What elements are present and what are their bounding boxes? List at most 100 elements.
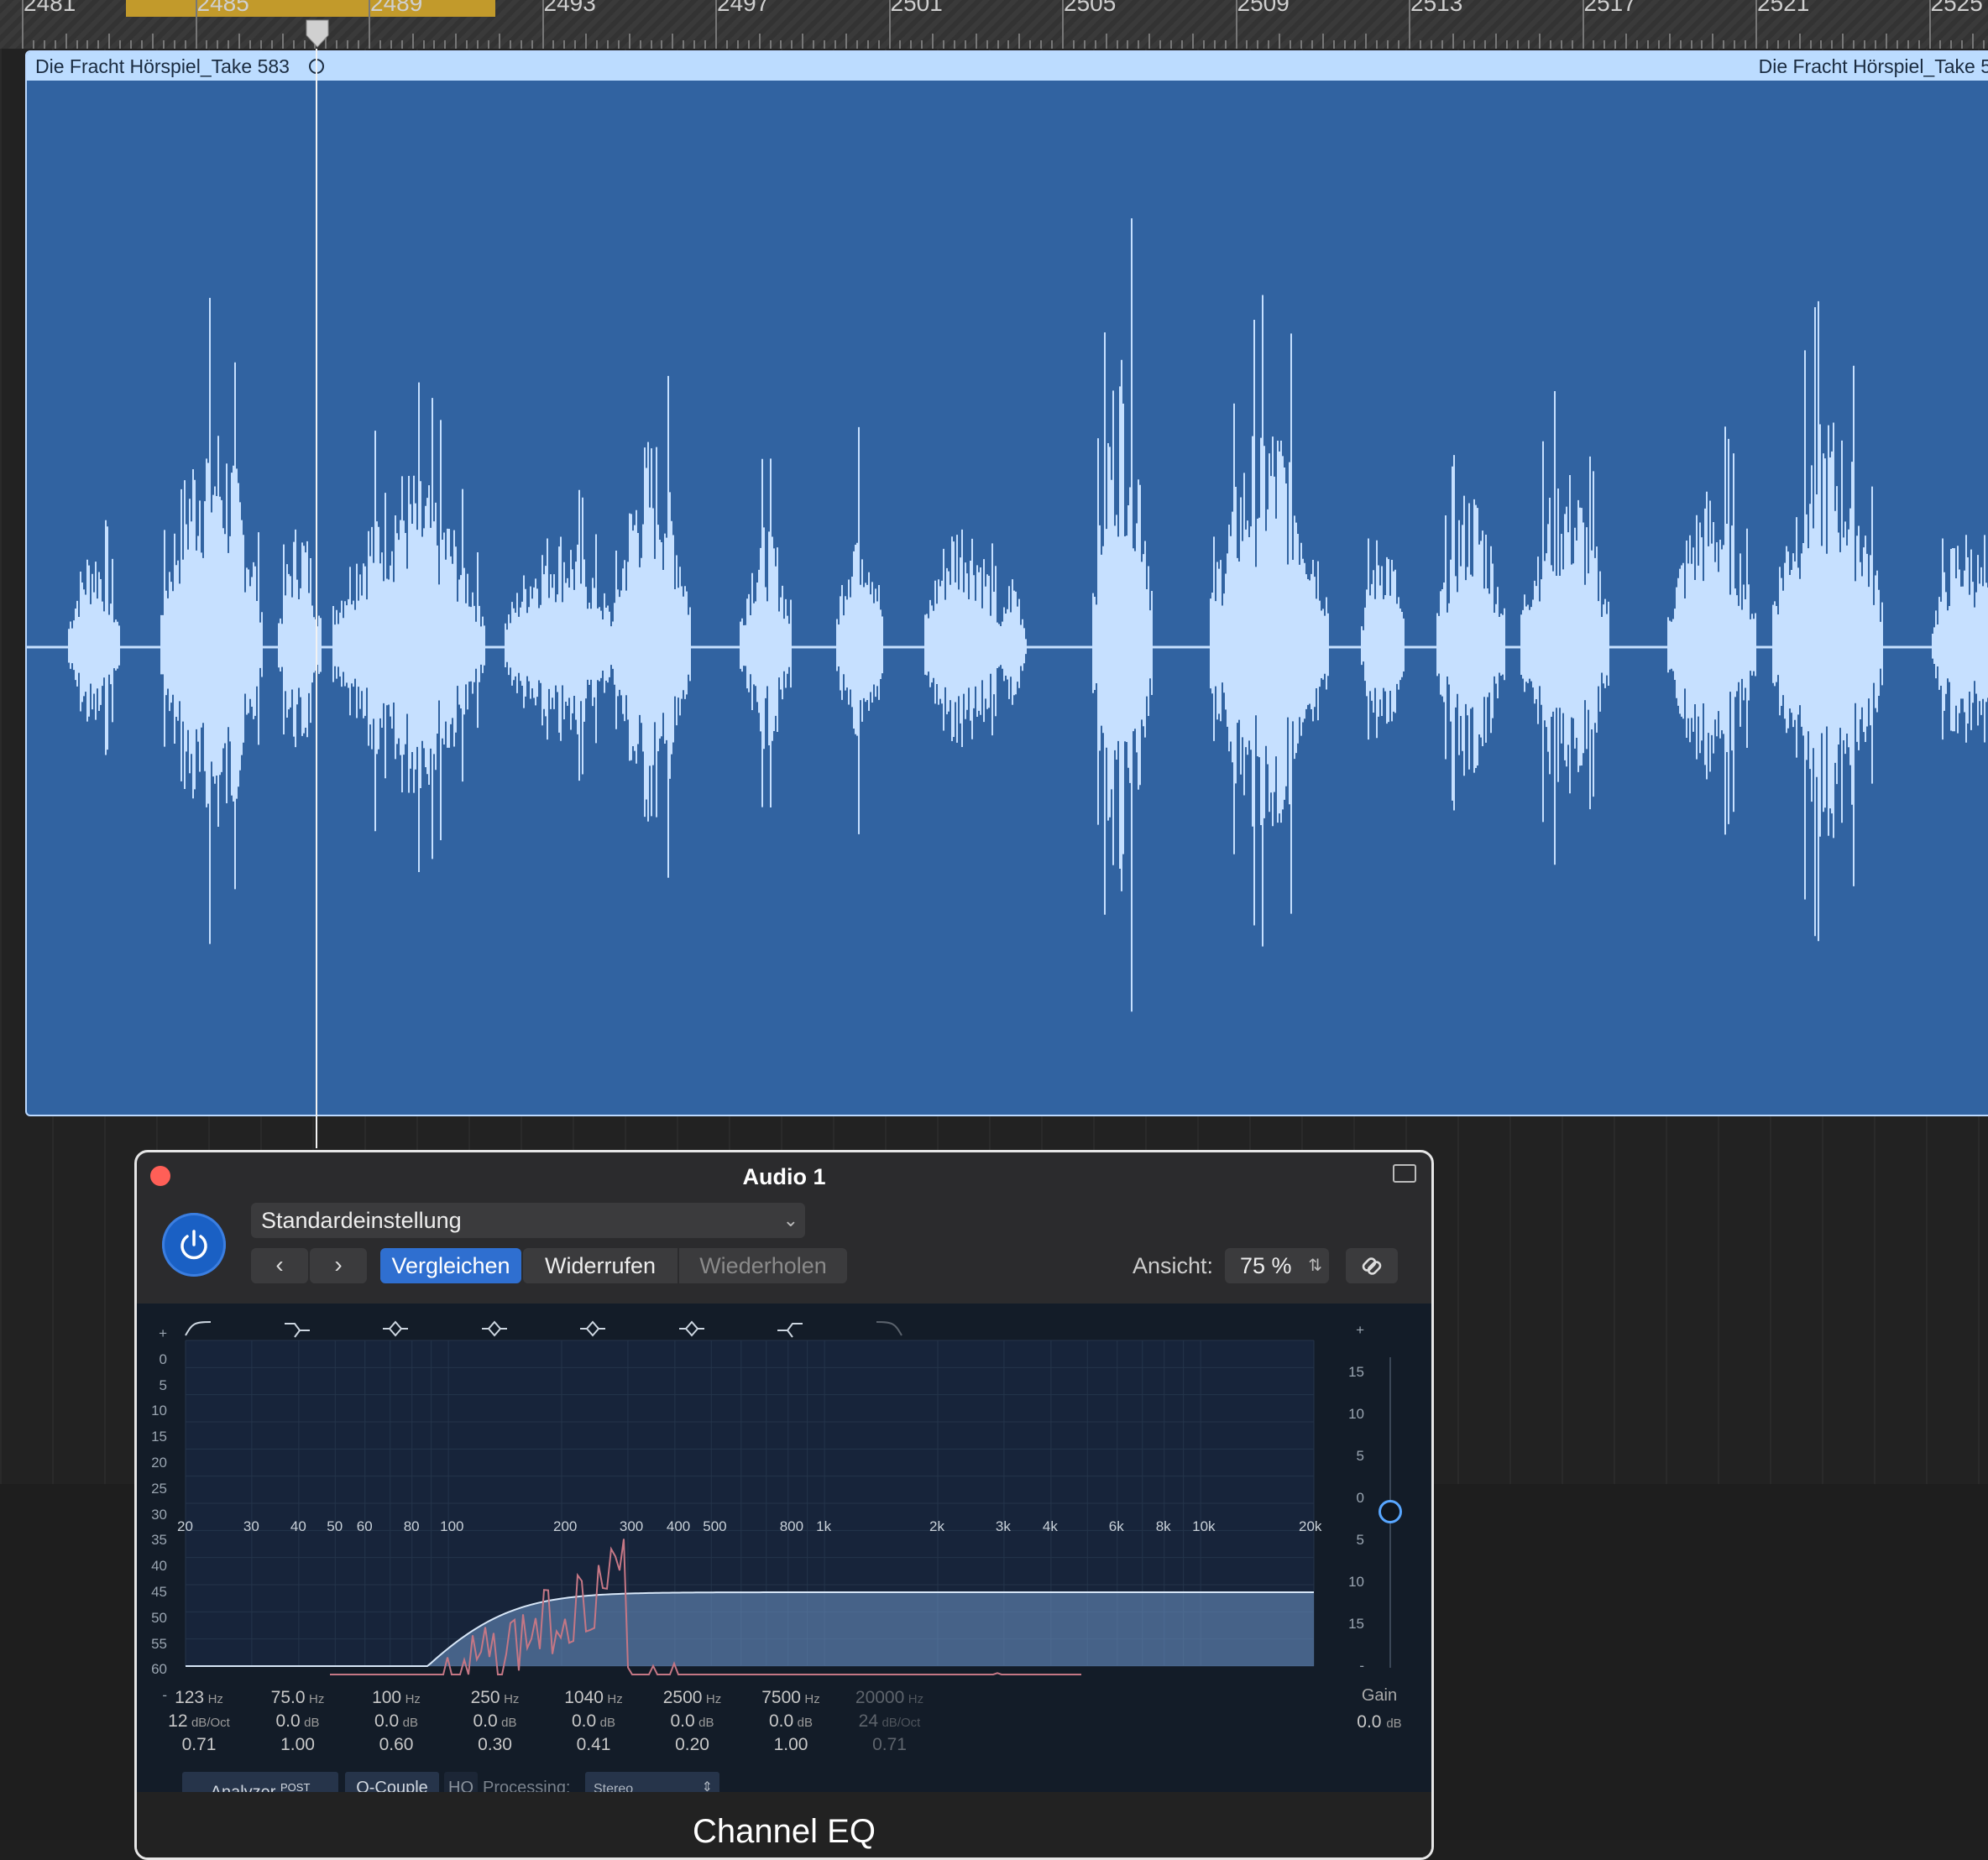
output-gain[interactable]: Gain 0.0 dB xyxy=(1346,1686,1413,1732)
link-button[interactable] xyxy=(1346,1248,1398,1283)
band-q[interactable]: 0.71 xyxy=(182,1735,217,1754)
bell-icon[interactable] xyxy=(578,1319,607,1339)
band-gain[interactable]: 24 xyxy=(859,1711,878,1731)
band-1-parameters[interactable]: 123 Hz 12 dB/Oct 0.71 xyxy=(149,1688,249,1755)
frequency-label: 100 xyxy=(440,1518,464,1534)
ruler-tick xyxy=(369,0,370,49)
chevron-left-icon: ‹ xyxy=(275,1251,284,1277)
ruler-tick xyxy=(390,40,392,49)
frequency-unit: Hz xyxy=(405,1692,421,1706)
ruler-tick xyxy=(270,40,273,49)
band-2-parameters[interactable]: 75.0 Hz 0.0 dB 1.00 xyxy=(248,1688,348,1755)
gain-value: 0.0 xyxy=(1357,1712,1382,1732)
playhead-handle-icon[interactable] xyxy=(305,18,330,49)
preset-menu[interactable]: Standardeinstellung ⌄ xyxy=(251,1203,805,1238)
band-q[interactable]: 0.20 xyxy=(675,1735,709,1754)
ruler-tick xyxy=(1094,40,1096,49)
band-q[interactable]: 1.00 xyxy=(280,1735,315,1754)
band-q[interactable]: 1.00 xyxy=(774,1735,808,1754)
band-frequency[interactable]: 123 xyxy=(175,1688,204,1707)
band-frequency[interactable]: 7500 xyxy=(761,1688,801,1707)
ruler-tick xyxy=(1191,34,1194,49)
redo-button[interactable]: Wiederholen xyxy=(679,1248,847,1283)
band-frequency[interactable]: 100 xyxy=(372,1688,401,1707)
eq-graph[interactable] xyxy=(137,1304,1431,1698)
band-gain[interactable]: 12 xyxy=(168,1711,187,1731)
ruler-tick xyxy=(824,40,825,49)
band-4-parameters[interactable]: 250 Hz 0.0 dB 0.30 xyxy=(445,1688,546,1755)
audio-region[interactable]: Die Fracht Hörspiel_Take 583 Die Fracht … xyxy=(25,50,1988,1116)
frequency-label: 80 xyxy=(403,1518,420,1534)
band-7-parameters[interactable]: 7500 Hz 0.0 dB 1.00 xyxy=(740,1688,841,1755)
region-header[interactable]: Die Fracht Hörspiel_Take 583 Die Fracht … xyxy=(27,52,1988,81)
frequency-unit: Hz xyxy=(504,1692,520,1706)
playhead[interactable] xyxy=(316,49,317,1148)
cycle-range[interactable] xyxy=(126,0,495,17)
band-frequency[interactable]: 250 xyxy=(471,1688,500,1707)
expand-window-icon[interactable] xyxy=(1393,1164,1416,1183)
frequency-label: 10k xyxy=(1192,1518,1216,1534)
ruler-tick xyxy=(1582,0,1584,49)
band-frequency[interactable]: 1040 xyxy=(564,1688,604,1707)
band-6-parameters[interactable]: 2500 Hz 0.0 dB 0.20 xyxy=(642,1688,743,1755)
band-q[interactable]: 0.71 xyxy=(872,1735,907,1754)
db-scale-label: 35 xyxy=(151,1532,167,1549)
high-cut-icon[interactable] xyxy=(875,1319,903,1339)
band-frequency[interactable]: 20000 xyxy=(855,1688,904,1707)
region-name: Die Fracht Hörspiel_Take 583 xyxy=(35,55,290,77)
ruler-tick xyxy=(1538,34,1541,49)
bell-icon[interactable] xyxy=(480,1319,509,1339)
low-cut-icon[interactable] xyxy=(184,1319,212,1339)
ruler-tick xyxy=(1939,40,1942,49)
ruler-tick xyxy=(1072,40,1075,49)
band-3-parameters[interactable]: 100 Hz 0.0 dB 0.60 xyxy=(346,1688,447,1755)
band-frequency[interactable]: 2500 xyxy=(663,1688,703,1707)
ruler-tick xyxy=(1235,0,1237,49)
undo-button[interactable]: Widerrufen xyxy=(523,1248,677,1283)
bell-icon[interactable] xyxy=(677,1319,706,1339)
ruler-tick xyxy=(65,34,67,49)
band-q[interactable]: 0.60 xyxy=(379,1735,414,1754)
db-scale-label: 55 xyxy=(151,1635,167,1652)
ruler-tick xyxy=(650,40,652,49)
bell-icon[interactable] xyxy=(381,1319,410,1339)
band-q[interactable]: 0.30 xyxy=(478,1735,512,1754)
power-button[interactable] xyxy=(162,1213,226,1277)
gain-slider-knob[interactable] xyxy=(1379,1500,1402,1523)
ruler-tick xyxy=(1159,40,1162,49)
band-gain[interactable]: 0.0 xyxy=(473,1711,497,1731)
band-5-parameters[interactable]: 1040 Hz 0.0 dB 0.41 xyxy=(543,1688,644,1755)
ruler-tick xyxy=(552,40,555,49)
ruler-tick xyxy=(943,40,944,49)
previous-preset-button[interactable]: ‹ xyxy=(251,1248,308,1283)
ruler-tick xyxy=(238,34,241,49)
ruler-tick xyxy=(1745,40,1746,49)
region-name-continued: Die Fracht Hörspiel_Take 5 xyxy=(1758,55,1988,77)
frequency-unit: Hz xyxy=(308,1692,325,1706)
plugin-window[interactable]: Audio 1 Standardeinstellung ⌄ ‹ › Vergle… xyxy=(134,1150,1434,1860)
view-size-stepper[interactable]: 75 % ⇅ xyxy=(1225,1248,1329,1283)
band-gain[interactable]: 0.0 xyxy=(275,1711,300,1731)
ruler-tick xyxy=(855,40,858,49)
high-shelf-icon[interactable] xyxy=(776,1319,804,1339)
band-q[interactable]: 0.41 xyxy=(577,1735,611,1754)
band-8-parameters[interactable]: 20000 Hz 24 dB/Oct 0.71 xyxy=(840,1688,940,1755)
ruler-tick xyxy=(1571,40,1573,49)
compare-button[interactable]: Vergleichen xyxy=(380,1248,521,1283)
band-frequency[interactable]: 75.0 xyxy=(271,1688,306,1707)
timeline-ruler[interactable]: 2481 2485 2489 2493 2497 2501 2505 2509 2513 2517… xyxy=(0,0,1988,50)
band-gain[interactable]: 0.0 xyxy=(769,1711,793,1731)
db-scale-label: 45 xyxy=(151,1584,167,1600)
ruler-tick xyxy=(498,34,500,49)
band-gain[interactable]: 0.0 xyxy=(374,1711,399,1731)
band-gain[interactable]: 0.0 xyxy=(572,1711,596,1731)
band-gain[interactable]: 0.0 xyxy=(670,1711,694,1731)
ruler-tick xyxy=(866,40,869,49)
ruler-tick xyxy=(1950,40,1953,49)
next-preset-button[interactable]: › xyxy=(310,1248,367,1283)
ruler-tick xyxy=(1701,40,1703,49)
low-shelf-icon[interactable] xyxy=(283,1319,311,1339)
stepper-icon[interactable]: ⇅ xyxy=(1308,1248,1322,1283)
eq-display[interactable]: +0 5 10 15 20 25 30 35 40 45 50 55 60- +15 10 5 0 5 10 15-… xyxy=(137,1304,1431,1804)
ruler-bar-label: 2497 xyxy=(717,0,770,16)
